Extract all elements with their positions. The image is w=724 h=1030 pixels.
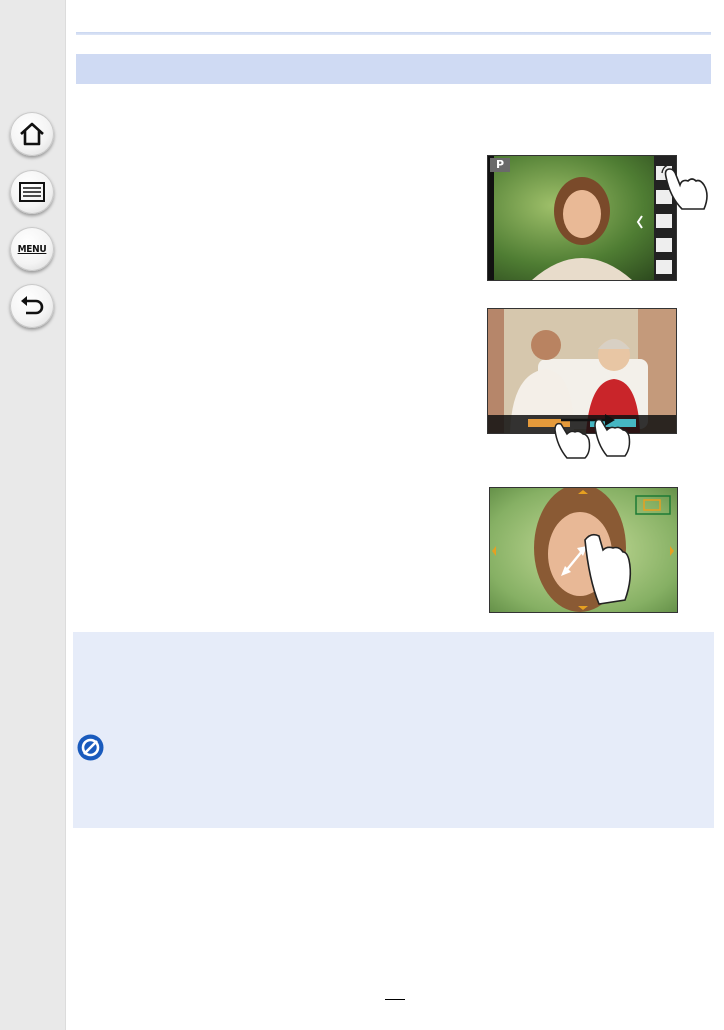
note-box <box>73 632 714 828</box>
navigation-sidebar: MENU <box>0 0 66 1030</box>
home-icon <box>20 122 44 146</box>
recording-mode-label: P <box>490 158 510 172</box>
section-header-band <box>76 54 711 84</box>
list-icon <box>19 182 45 202</box>
menu-button[interactable]: MENU <box>10 227 54 271</box>
finger-tap-icon <box>661 163 708 210</box>
back-button[interactable] <box>10 284 54 328</box>
page-number-dash <box>385 999 405 1000</box>
back-arrow-icon <box>21 296 44 315</box>
finger-slide-icon <box>554 414 631 459</box>
home-button[interactable] <box>10 112 54 156</box>
touch-tab-illustration: P <box>487 155 677 281</box>
contents-button[interactable] <box>10 170 54 214</box>
not-available-icon <box>77 734 104 761</box>
finger-pinch-icon <box>561 533 632 605</box>
top-rule <box>76 32 711 35</box>
menu-text-icon: MENU <box>17 243 47 255</box>
